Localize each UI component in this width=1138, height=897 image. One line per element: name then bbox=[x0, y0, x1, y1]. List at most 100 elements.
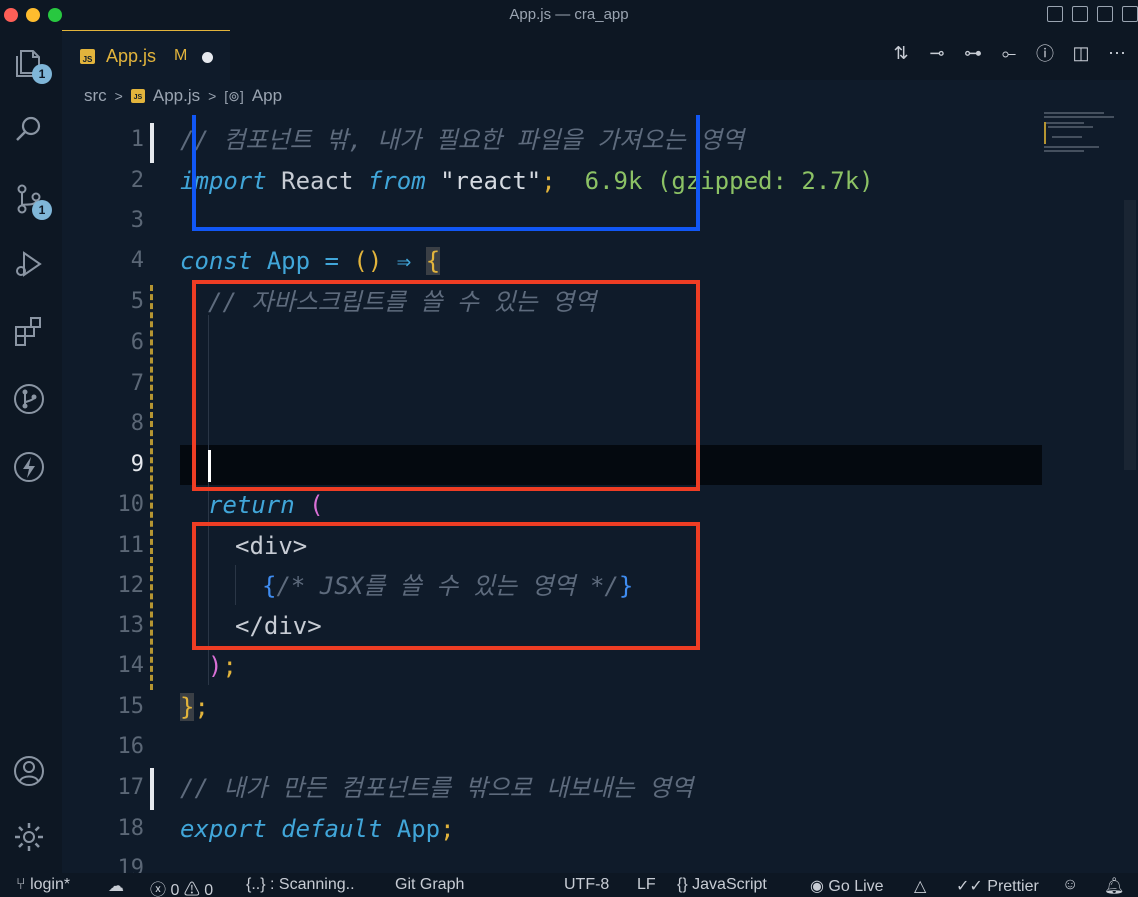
breadcrumb-symbol[interactable]: App bbox=[252, 86, 282, 106]
source-control-button[interactable]: 1 bbox=[10, 180, 52, 220]
git-graph-button[interactable] bbox=[10, 380, 48, 418]
line-number: 13 bbox=[117, 613, 145, 638]
toggle-panel-icon[interactable] bbox=[1072, 6, 1088, 22]
window-title: App.js — cra_app bbox=[509, 6, 629, 23]
more-actions-icon[interactable]: ⋯ bbox=[1106, 42, 1128, 64]
line-number: 8 bbox=[130, 411, 144, 436]
code-text: const App = () ⇒ { bbox=[180, 247, 441, 275]
code-line: 19 bbox=[62, 849, 1042, 873]
code-line: 16 bbox=[62, 727, 1042, 767]
notifications-bell-icon[interactable]: 🔔︎ bbox=[1104, 876, 1124, 896]
code-comment: // 내가 만든 컴포넌트를 밖으로 내보내는 영역 bbox=[180, 774, 694, 802]
tab-modified-status: M bbox=[174, 47, 188, 64]
javascript-file-icon: JS bbox=[80, 49, 95, 64]
next-change-icon[interactable]: ⟜ bbox=[998, 42, 1020, 64]
import-area-highlight bbox=[192, 115, 700, 231]
sync-icon[interactable]: ☁︎ bbox=[108, 876, 124, 896]
explorer-button[interactable]: 1 bbox=[10, 44, 52, 84]
open-changes-icon[interactable]: ⇅ bbox=[890, 42, 912, 64]
git-lens-icon[interactable]: ⓘ bbox=[1034, 42, 1056, 64]
problems-indicator[interactable]: ⓧ 0 ⚠ 0 bbox=[150, 876, 213, 897]
breadcrumb-file[interactable]: App.js bbox=[153, 86, 200, 106]
warning-icon: ⚠ bbox=[183, 882, 200, 897]
code-text: return ( bbox=[208, 491, 324, 519]
feedback-icon[interactable]: ☺ bbox=[1062, 876, 1078, 894]
lightning-icon bbox=[14, 452, 44, 482]
search-icon bbox=[16, 116, 41, 141]
title-bar: App.js — cra_app bbox=[0, 0, 1138, 30]
prettier-status[interactable]: ✓✓ Prettier bbox=[956, 876, 1039, 896]
line-number: 7 bbox=[130, 371, 144, 396]
git-graph-icon bbox=[14, 384, 44, 414]
line-number: 6 bbox=[130, 330, 144, 355]
line-number: 12 bbox=[117, 573, 145, 598]
git-branch-icon: ⑂ bbox=[16, 876, 26, 893]
line-number: 1 bbox=[130, 127, 144, 152]
code-line: 14 ); bbox=[62, 646, 1042, 686]
line-number: 10 bbox=[117, 492, 145, 517]
code-editor[interactable]: 1 // 컴포넌트 밖, 내가 필요한 파일을 가져오는 영역 2 import… bbox=[62, 115, 1112, 873]
line-number: 2 bbox=[130, 168, 144, 193]
javascript-file-icon: JS bbox=[130, 89, 145, 103]
extensions-icon bbox=[15, 317, 41, 346]
tab-bar: JS App.js M ⇅ ⊸ ⊶ ⟜ ⓘ ◫ ⋯ bbox=[62, 30, 1138, 80]
previous-change-icon[interactable]: ⊸ bbox=[926, 42, 948, 64]
line-number: 3 bbox=[130, 208, 144, 233]
line-number: 15 bbox=[117, 694, 145, 719]
code-line: 18 export default App; bbox=[62, 809, 1042, 849]
editor-actions: ⇅ ⊸ ⊶ ⟜ ⓘ ◫ ⋯ bbox=[890, 42, 1128, 65]
code-line: 17 // 내가 만든 컴포넌트를 밖으로 내보내는 영역 bbox=[62, 768, 1042, 808]
code-text: ); bbox=[208, 652, 237, 680]
breadcrumb: src > JS App.js > [⊚] App bbox=[84, 84, 282, 108]
run-debug-icon bbox=[16, 251, 42, 277]
scanning-status[interactable]: {..} : Scanning.. bbox=[246, 876, 355, 894]
encoding-status[interactable]: UTF-8 bbox=[564, 876, 609, 894]
lightning-button[interactable] bbox=[10, 448, 48, 486]
manage-button[interactable] bbox=[10, 818, 48, 856]
error-icon: ⓧ bbox=[150, 882, 167, 897]
chevron-right-icon: > bbox=[114, 88, 123, 104]
code-line: 4 const App = () ⇒ { bbox=[62, 241, 1042, 281]
customize-layout-icon[interactable] bbox=[1122, 6, 1138, 22]
activity-bar: 1 1 bbox=[0, 30, 62, 873]
run-debug-button[interactable] bbox=[10, 245, 48, 283]
explorer-badge: 1 bbox=[32, 64, 52, 84]
line-number: 11 bbox=[117, 533, 145, 558]
tab-app-js[interactable]: JS App.js M bbox=[62, 30, 230, 80]
split-editor-icon[interactable]: ◫ bbox=[1070, 42, 1092, 64]
eol-status[interactable]: LF bbox=[637, 876, 656, 894]
jsx-area-highlight bbox=[192, 522, 700, 650]
scm-badge: 1 bbox=[32, 200, 52, 220]
triangle-icon[interactable]: △ bbox=[914, 876, 926, 896]
breadcrumb-folder[interactable]: src bbox=[84, 86, 107, 106]
line-number: 9 bbox=[130, 452, 144, 477]
language-mode[interactable]: {} JavaScript bbox=[677, 876, 767, 894]
account-button[interactable] bbox=[10, 752, 48, 790]
scrollbar[interactable] bbox=[1124, 200, 1136, 470]
code-line: 10 return ( bbox=[62, 485, 1042, 525]
go-to-commit-icon[interactable]: ⊶ bbox=[962, 42, 984, 64]
line-number: 17 bbox=[117, 775, 145, 800]
toggle-secondary-sidebar-icon[interactable] bbox=[1097, 6, 1113, 22]
toggle-primary-sidebar-icon[interactable] bbox=[1047, 6, 1063, 22]
line-number: 18 bbox=[117, 816, 145, 841]
broadcast-icon: ◉ bbox=[810, 878, 824, 895]
chevron-right-icon: > bbox=[208, 88, 217, 104]
extensions-button[interactable] bbox=[10, 312, 48, 350]
status-bar: ⑂ login* ☁︎ ⓧ 0 ⚠ 0 {..} : Scanning.. Gi… bbox=[0, 873, 1138, 897]
code-line: 15 }; bbox=[62, 687, 1042, 727]
git-graph-status[interactable]: Git Graph bbox=[395, 876, 464, 894]
symbol-icon: [⊚] bbox=[224, 87, 244, 104]
go-live-button[interactable]: ◉ Go Live bbox=[810, 876, 884, 896]
search-button[interactable] bbox=[10, 110, 48, 148]
javascript-area-highlight bbox=[192, 280, 700, 491]
unsaved-dot-icon[interactable] bbox=[202, 52, 213, 63]
code-text: export default App; bbox=[180, 815, 455, 843]
branch-indicator[interactable]: ⑂ login* bbox=[16, 876, 70, 894]
line-number: 5 bbox=[130, 289, 144, 314]
account-icon bbox=[14, 756, 44, 786]
tab-label: App.js bbox=[106, 46, 157, 66]
layout-controls bbox=[1047, 6, 1138, 22]
settings-gear-icon bbox=[15, 823, 43, 851]
code-text: }; bbox=[180, 693, 209, 721]
